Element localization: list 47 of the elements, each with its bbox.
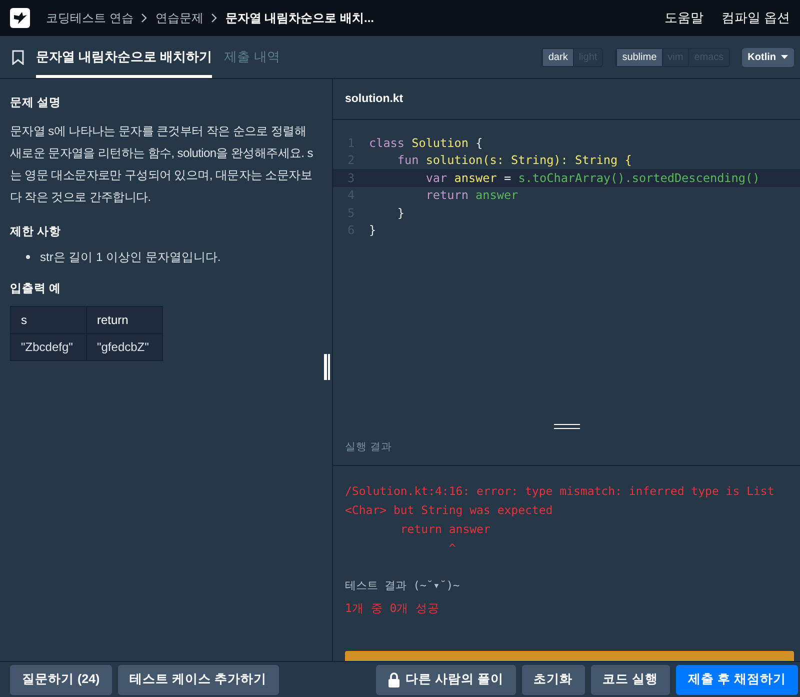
column-header: s (10, 306, 86, 334)
error-line: /Solution.kt:4:16: error: type mismatch: inferred type is List (345, 483, 776, 500)
keymap-option[interactable]: sublime (616, 48, 662, 66)
section-heading: 입출력 예 (10, 282, 62, 296)
test-result-label: 테스트 결과 (~˘▾˘)~ (345, 578, 461, 594)
tab[interactable]: 문자열 내림차순으로 배치하기 (36, 36, 212, 78)
caret-icon (781, 55, 788, 59)
result-heading: 실행 결과 (333, 429, 800, 466)
action-button[interactable]: 초기화 (522, 664, 585, 694)
error-line: <Char> but String was expected (345, 502, 554, 519)
table-cell: "Zbcdefg" (10, 334, 86, 360)
section-heading: 제한 사항 (10, 225, 62, 239)
language-dropdown[interactable]: Kotlin (742, 48, 794, 66)
other-solutions-button[interactable]: 다른 사람의 풀이 (376, 664, 516, 694)
code-line: var answer = s.toCharArray().sortedDescending() (424, 170, 760, 185)
table-cell: "gfedcbZ" (86, 334, 162, 360)
resize-handle[interactable] (554, 424, 580, 429)
breadcrumb-link[interactable]: 연습문제 (155, 10, 204, 26)
test-summary: 1개 중 0개 성공 (345, 600, 441, 617)
section-heading: 문제 설명 (10, 96, 62, 110)
header-link[interactable]: 도움말 (664, 9, 704, 27)
breadcrumb-link[interactable]: 코딩테스트 연습 (46, 10, 134, 26)
code-line: fun solution(s: String): String { (396, 153, 632, 168)
error-line: ^ (448, 540, 457, 557)
action-button[interactable]: 질문하기 (24) (10, 664, 112, 694)
action-button[interactable]: 테스트 케이스 추가하기 (118, 664, 279, 694)
submit-button[interactable]: 제출 후 채점하기 (676, 664, 798, 694)
code-line: class Solution { (369, 136, 483, 150)
constraint-item: str은 길이 1 이상인 문자열입니다. (40, 249, 221, 265)
chevron-right-icon (141, 13, 148, 23)
file-name: solution.kt (333, 79, 800, 120)
theme-option[interactable]: dark (542, 48, 573, 66)
action-button[interactable]: 코드 실행 (590, 664, 670, 694)
code-line: } (396, 206, 405, 220)
code-line: return answer (424, 188, 518, 202)
header-link[interactable]: 컴파일 옵션 (721, 9, 790, 27)
error-line: return answer (399, 521, 492, 538)
breadcrumb-link[interactable]: 문자열 내림차순으로 배치... (225, 10, 374, 26)
column-header: return (86, 306, 162, 334)
logo-icon[interactable] (10, 8, 30, 28)
resize-handle[interactable] (324, 354, 330, 380)
bullet-icon (26, 255, 30, 259)
bookmark-icon[interactable] (12, 50, 24, 64)
chevron-right-icon (211, 13, 218, 23)
lock-icon (388, 672, 400, 688)
code-line: } (369, 223, 376, 238)
problem-description: 문자열 s에 나타나는 문자를 큰것부터 작은 순으로 정렬해 새로운 문자열을 리턴하는 함수, solution을 완성해주세요. s는 영문 대소문자로만 구성되어 있으며, 대문자는 소문자보다 작은 것으로 간주합니다. (10, 123, 314, 206)
